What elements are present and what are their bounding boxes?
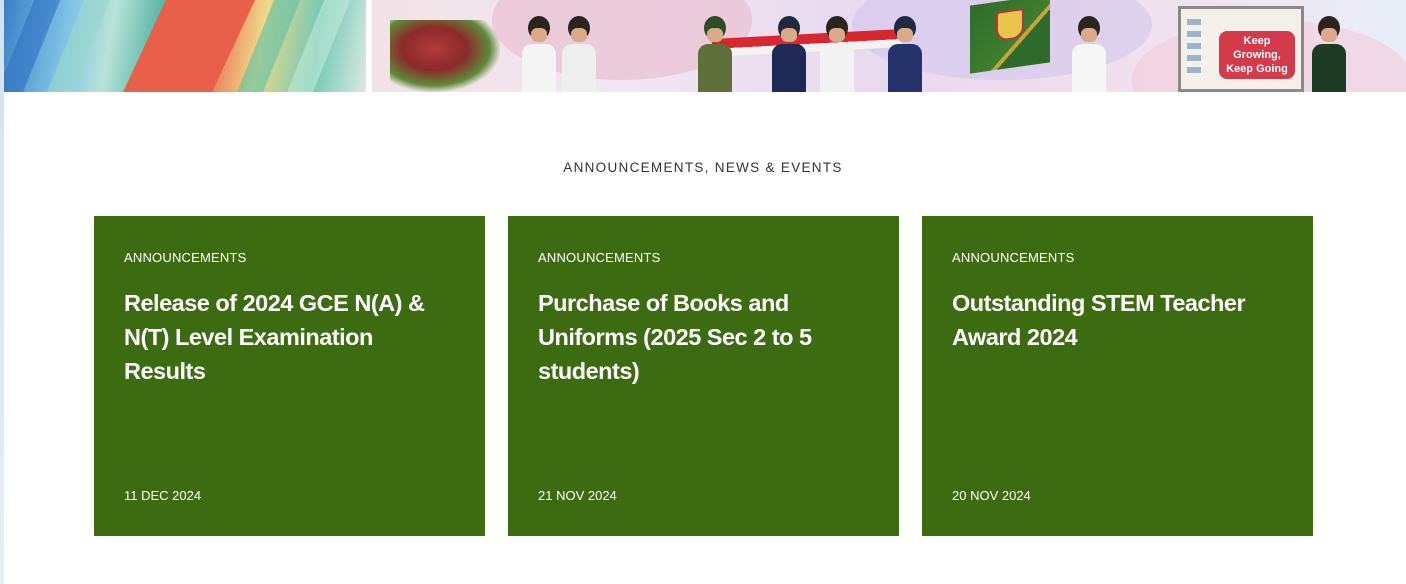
cadet-figure	[888, 16, 922, 92]
news-card[interactable]: ANNOUNCEMENTS Release of 2024 GCE N(A) &…	[94, 216, 485, 536]
hero-banner: Keep Growing, Keep Going	[4, 0, 1406, 92]
banner-abstract-art	[4, 0, 366, 92]
cadet-figure	[698, 16, 732, 92]
card-date: 20 NOV 2024	[952, 488, 1031, 503]
card-title[interactable]: Release of 2024 GCE N(A) & N(T) Level Ex…	[124, 286, 455, 388]
news-card[interactable]: ANNOUNCEMENTS Purchase of Books and Unif…	[508, 216, 899, 536]
plant-image	[390, 20, 500, 92]
board-slogan: Keep Growing, Keep Going	[1219, 31, 1295, 79]
card-category: ANNOUNCEMENTS	[538, 250, 661, 265]
presentation-board: Keep Growing, Keep Going	[1178, 6, 1304, 92]
card-date: 11 DEC 2024	[124, 488, 202, 503]
student-figure	[1072, 16, 1106, 92]
school-flag-image	[970, 0, 1050, 74]
card-date: 21 NOV 2024	[538, 488, 617, 503]
section-title: ANNOUNCEMENTS, NEWS & EVENTS	[563, 160, 843, 175]
cadet-figure	[772, 16, 806, 92]
teacher-figure	[1312, 16, 1346, 92]
board-slogan-line2: Keep Going	[1226, 63, 1288, 75]
card-title[interactable]: Purchase of Books and Uniforms (2025 Sec…	[538, 286, 869, 388]
school-crest-icon	[996, 8, 1024, 42]
card-title[interactable]: Outstanding STEM Teacher Award 2024	[952, 286, 1283, 354]
card-category: ANNOUNCEMENTS	[124, 250, 247, 265]
card-category: ANNOUNCEMENTS	[952, 250, 1075, 265]
student-figure	[562, 16, 596, 92]
news-card[interactable]: ANNOUNCEMENTS Outstanding STEM Teacher A…	[922, 216, 1313, 536]
student-figure	[522, 16, 556, 92]
banner-photo: Keep Growing, Keep Going	[372, 0, 1406, 92]
board-slogan-line1: Keep Growing,	[1233, 35, 1281, 61]
cadet-figure	[820, 16, 854, 92]
